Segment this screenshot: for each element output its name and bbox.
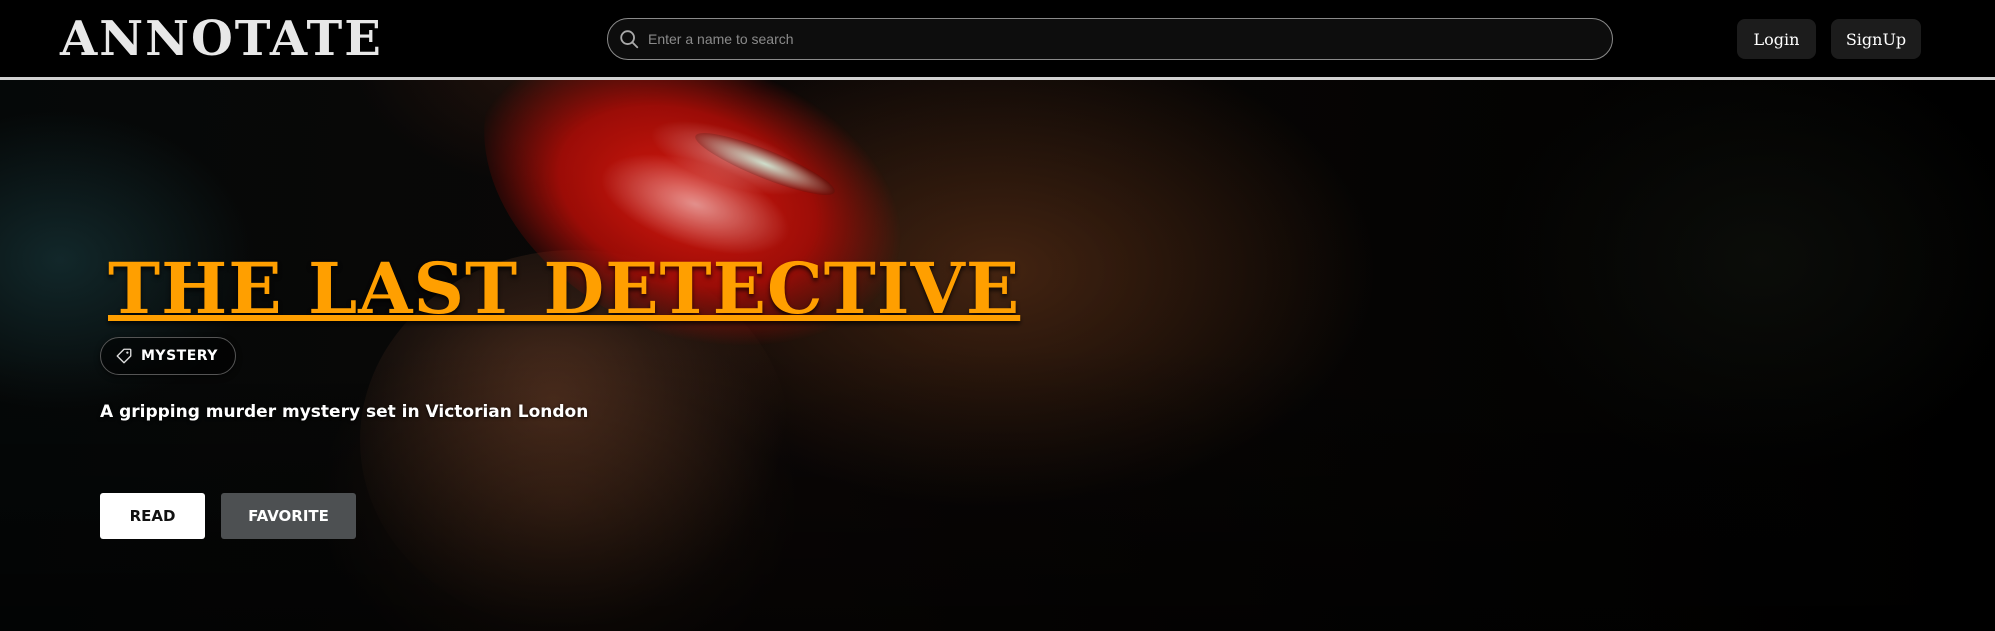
- signup-button[interactable]: SignUp: [1831, 19, 1921, 59]
- top-navbar: ANNOTATE Login SignUp: [0, 0, 1995, 80]
- site-logo[interactable]: ANNOTATE: [60, 10, 383, 68]
- login-button[interactable]: Login: [1737, 19, 1816, 59]
- search-icon: [620, 30, 639, 49]
- genre-badge: MYSTERY: [100, 337, 236, 375]
- book-title[interactable]: THE LAST DETECTIVE: [108, 248, 1020, 330]
- search-bar[interactable]: [607, 18, 1613, 60]
- favorite-button[interactable]: FAVORITE: [221, 493, 356, 539]
- genre-label: MYSTERY: [141, 348, 218, 364]
- book-description: A gripping murder mystery set in Victori…: [100, 402, 589, 422]
- read-button[interactable]: READ: [100, 493, 205, 539]
- search-input[interactable]: [648, 19, 1598, 59]
- tag-icon: [116, 348, 132, 364]
